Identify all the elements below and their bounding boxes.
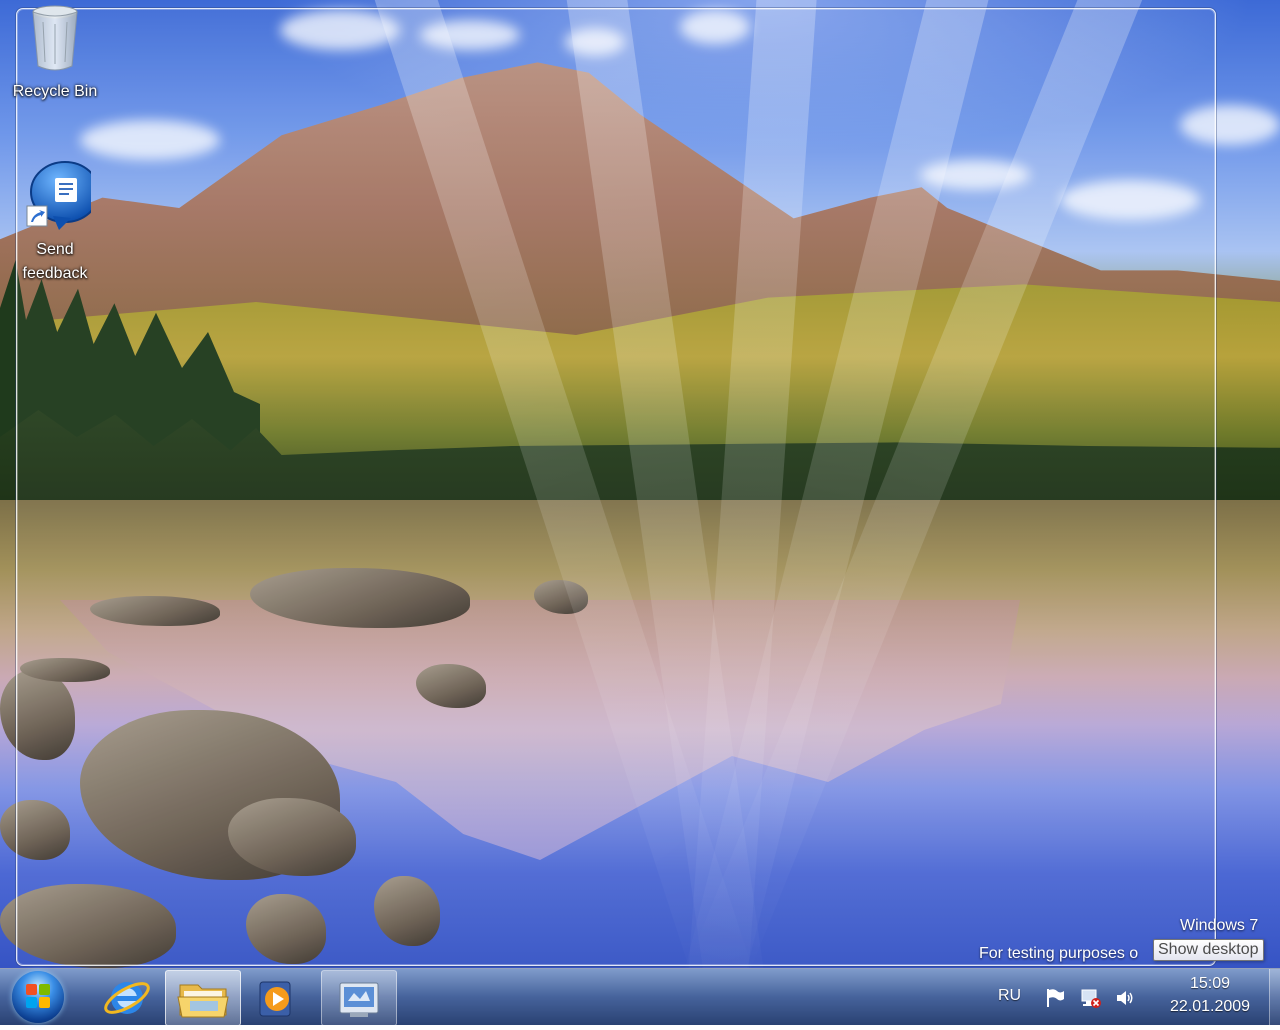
taskbar: RU 15:09 22.01.2009 [0, 968, 1280, 1026]
show-desktop-tooltip: Show desktop [1153, 939, 1264, 961]
windows-start-orb-icon [26, 984, 50, 1008]
taskbar-media-player[interactable] [240, 970, 314, 1024]
send-feedback-label: Send feedback [22, 241, 88, 282]
start-button[interactable] [12, 971, 64, 1023]
taskbar-windows-explorer[interactable] [165, 970, 241, 1026]
clock[interactable]: 15:09 22.01.2009 [1150, 975, 1270, 1016]
taskbar-control-panel[interactable] [321, 970, 397, 1026]
network-disconnected-icon[interactable] [1080, 987, 1102, 1009]
media-player-icon [259, 981, 291, 1017]
show-desktop-button[interactable] [1269, 969, 1280, 1025]
volume-icon[interactable] [1114, 987, 1136, 1009]
desktop-icon-send-feedback[interactable]: Send feedback [10, 160, 100, 286]
language-indicator[interactable]: RU [998, 987, 1021, 1005]
folder-icon [177, 984, 229, 1018]
recycle-bin-icon [32, 5, 78, 71]
action-center-flag-icon[interactable] [1044, 987, 1066, 1009]
clock-date: 22.01.2009 [1169, 998, 1251, 1015]
control-panel-icon [339, 982, 379, 1017]
send-feedback-icon [26, 161, 100, 230]
window-peek-outline [16, 8, 1216, 966]
internet-explorer-icon [104, 982, 150, 1014]
watermark-testing: For testing purposes o [979, 945, 1139, 962]
taskbar-internet-explorer[interactable] [90, 970, 164, 1024]
clock-time: 15:09 [1189, 975, 1231, 992]
desktop-icon-recycle-bin[interactable]: Recycle Bin [10, 2, 100, 104]
recycle-bin-label: Recycle Bin [12, 83, 98, 100]
watermark-edition: Windows 7 [1180, 917, 1259, 934]
